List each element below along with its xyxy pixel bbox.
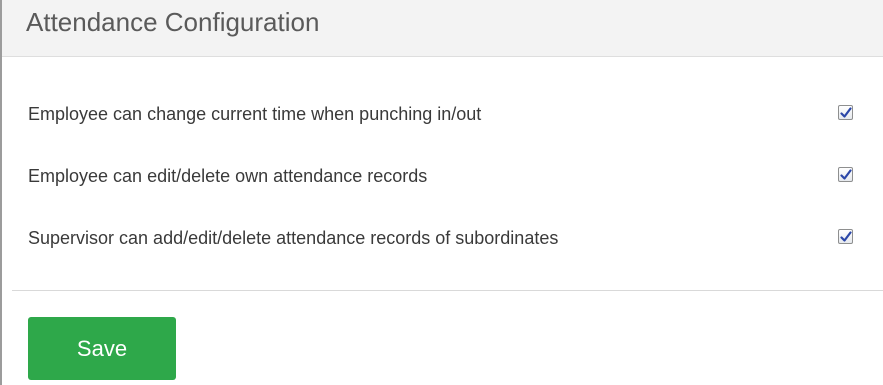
check-icon [839,168,852,180]
setting-label-supervisor-records: Supervisor can add/edit/delete attendanc… [28,228,559,248]
check-icon [839,106,852,118]
setting-row-edit-own-records: Employee can edit/delete own attendance … [28,150,868,212]
panel-header: Attendance Configuration [2,0,883,57]
setting-checkbox-supervisor-records[interactable] [838,229,853,244]
settings-list: Employee can change current time when pu… [28,88,868,274]
setting-label-edit-own-records: Employee can edit/delete own attendance … [28,166,428,186]
check-icon [839,230,852,242]
setting-checkbox-change-punch-time[interactable] [838,105,853,120]
page-title: Attendance Configuration [26,6,320,37]
attendance-configuration-panel: Attendance Configuration Employee can ch… [0,0,883,385]
setting-row-supervisor-records: Supervisor can add/edit/delete attendanc… [28,212,868,274]
setting-label-change-punch-time: Employee can change current time when pu… [28,104,482,124]
setting-checkbox-edit-own-records[interactable] [838,167,853,182]
setting-row-change-punch-time: Employee can change current time when pu… [28,88,868,150]
save-button[interactable]: Save [28,317,176,380]
form-divider [12,290,883,291]
